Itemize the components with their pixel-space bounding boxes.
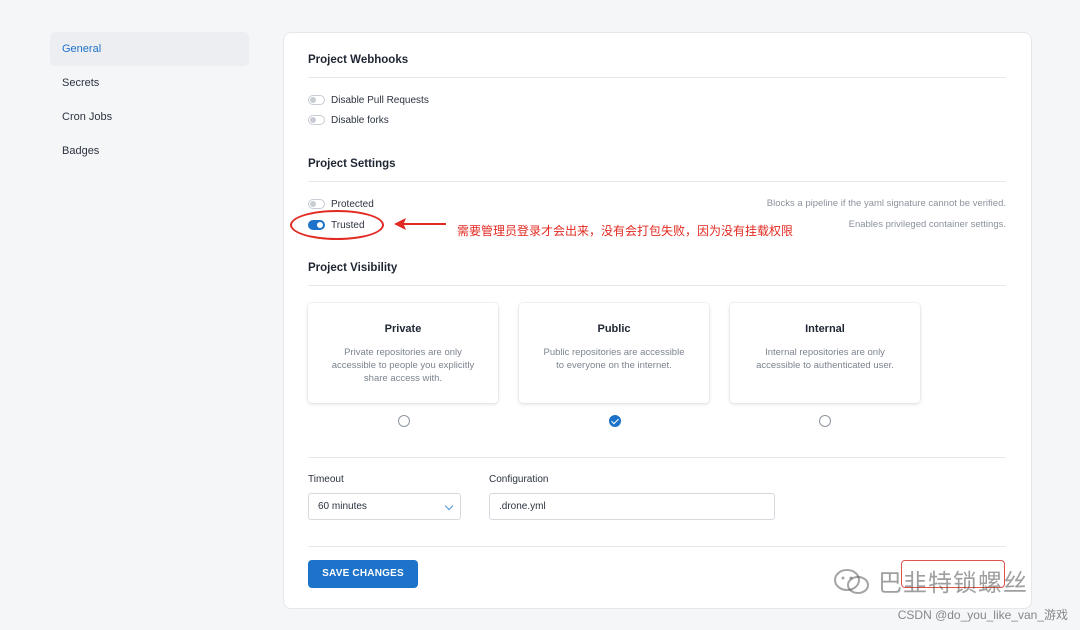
visibility-option-description: Internal repositories are only accessibl… [756,347,894,371]
timeout-select[interactable]: 60 minutes [308,493,461,520]
visibility-option-internal[interactable]: Internal Internal repositories are only … [730,303,920,403]
csdn-credit: CSDN @do_you_like_van_游戏 [897,608,1068,622]
private-radio[interactable] [398,415,410,427]
visibility-option-public[interactable]: Public Public repositories are accessibl… [519,303,709,403]
disable-forks-label: Disable forks [331,114,389,126]
disable-pull-requests-label: Disable Pull Requests [331,94,429,106]
wechat-icon [834,568,869,594]
visibility-option-private[interactable]: Private Private repositories are only ac… [308,303,498,403]
watermark: 巴韭特锁螺丝 [832,563,1028,598]
watermark-text: 巴韭特锁螺丝 [878,570,1028,597]
protected-toggle[interactable] [308,199,325,209]
save-changes-button[interactable]: SAVE CHANGES [308,560,418,588]
disable-pull-requests-row: Disable Pull Requests [308,92,429,108]
protected-description: Blocks a pipeline if the yaml signature … [766,198,1006,209]
visibility-option-description: Public repositories are accessible to ev… [543,347,685,371]
timeout-label: Timeout [308,474,344,485]
settings-sidebar: General Secrets Cron Jobs Badges [50,32,249,168]
configuration-input[interactable]: .drone.yml [489,493,775,520]
trusted-description: Enables privileged container settings. [848,219,1006,230]
divider [308,181,1006,182]
sidebar-item-secrets[interactable]: Secrets [50,66,249,100]
visibility-option-title: Private [384,323,422,335]
chevron-down-icon [444,501,454,511]
annotation-circle [290,210,384,240]
visibility-option-title: Internal [805,323,845,335]
public-radio-checked-icon[interactable] [609,415,621,427]
settings-card: Project Webhooks Disable Pull Requests D… [283,32,1032,609]
visibility-option-description: Private repositories are only accessible… [331,347,475,384]
disable-forks-row: Disable forks [308,112,389,128]
annotation-text: 需要管理员登录才会出来，没有会打包失败，因为没有挂载权限 [457,224,794,238]
sidebar-item-badges[interactable]: Badges [50,134,249,168]
divider [308,77,1006,78]
disable-pull-requests-toggle[interactable] [308,95,325,105]
settings-section-title: Project Settings [308,158,396,170]
divider [308,285,1006,286]
visibility-option-title: Public [597,323,631,335]
sidebar-item-general[interactable]: General [50,32,249,66]
internal-radio[interactable] [819,415,831,427]
timeout-value: 60 minutes [318,501,367,512]
protected-label: Protected [331,198,374,210]
annotation-arrow-icon [394,218,446,230]
divider [308,546,1006,547]
disable-forks-toggle[interactable] [308,115,325,125]
sidebar-item-cron-jobs[interactable]: Cron Jobs [50,100,249,134]
configuration-label: Configuration [489,474,549,485]
webhooks-section-title: Project Webhooks [308,54,409,66]
divider [308,457,1006,458]
visibility-section-title: Project Visibility [308,262,398,274]
